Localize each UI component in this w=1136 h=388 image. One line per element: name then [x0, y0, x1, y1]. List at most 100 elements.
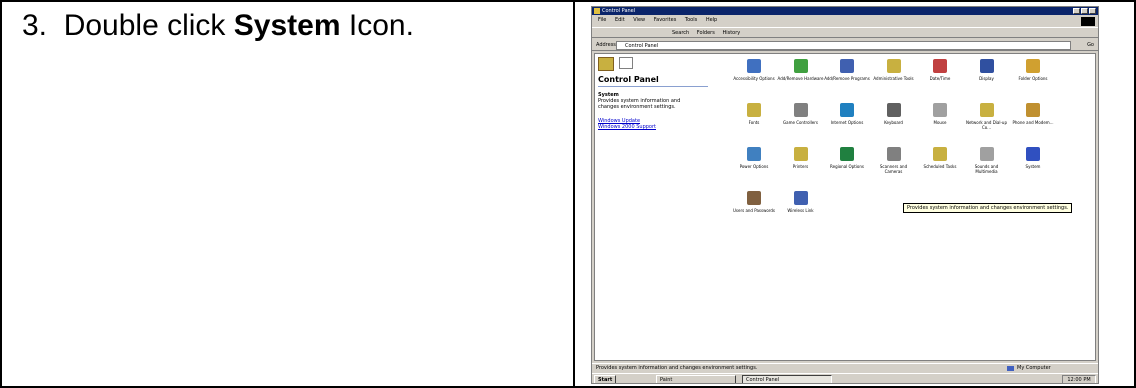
tooltip: Provides system information and changes …	[903, 203, 1073, 213]
cp-item-game-controllers[interactable]: Game Controllers	[778, 103, 824, 125]
history-button[interactable]: History	[722, 30, 740, 36]
instruction-cell: 3. Double click System Icon.	[0, 0, 575, 388]
cp-item-label: Display	[979, 76, 994, 81]
cp-item-users-and-passwords[interactable]: Users and Passwords	[731, 191, 777, 213]
status-bar: Provides system information and changes …	[592, 363, 1098, 372]
cp-item-accessibility-options[interactable]: Accessibility Options	[731, 59, 777, 81]
cp-item-printers[interactable]: Printers	[778, 147, 824, 169]
content-pane: Control Panel System Provides system inf…	[594, 53, 1096, 361]
control-panel-window: Control Panel File Edit View Favorites T…	[591, 6, 1099, 384]
left-pane-divider	[598, 86, 708, 87]
cp-item-label: Sounds and Multimedia	[974, 164, 999, 174]
cp-item-label: Wireless Link	[787, 208, 814, 213]
internet-options-icon	[840, 103, 854, 117]
cp-item-regional-options[interactable]: Regional Options	[824, 147, 870, 169]
address-input[interactable]: Control Panel	[616, 41, 1071, 50]
instruction-text: 3. Double click System Icon.	[2, 2, 573, 46]
folder-options-icon	[1026, 59, 1040, 73]
taskbar: Start Paint Control Panel 12:00 PM	[592, 373, 1098, 383]
instruction-prefix: Double click	[63, 9, 226, 42]
cp-item-internet-options[interactable]: Internet Options	[824, 103, 870, 125]
quick-launch[interactable]	[620, 376, 650, 383]
menu-tools[interactable]: Tools	[685, 17, 697, 23]
cp-item-folder-options[interactable]: Folder Options	[1010, 59, 1056, 81]
add-remove-programs-icon	[840, 59, 854, 73]
accessibility-options-icon	[747, 59, 761, 73]
printers-icon	[793, 147, 808, 161]
system-icon	[1026, 147, 1040, 161]
cp-item-label: Add/Remove Programs	[824, 76, 870, 81]
instruction-suffix: Icon.	[348, 9, 414, 42]
menu-bar: File Edit View Favorites Tools Help	[592, 16, 1098, 25]
regional-options-icon	[840, 147, 854, 161]
cp-item-label: Printers	[792, 164, 809, 169]
window-controls	[1073, 8, 1096, 14]
menu-view[interactable]: View	[633, 17, 645, 23]
left-pane-title: Control Panel	[598, 75, 659, 84]
close-icon[interactable]	[1089, 8, 1096, 14]
cp-item-label: Mouse	[933, 120, 947, 125]
cp-item-scanners-and-cameras[interactable]: Scanners and Cameras	[871, 147, 917, 174]
cp-item-label: Scanners and Cameras	[879, 164, 908, 174]
cp-item-label: Phone and Modem...	[1012, 120, 1054, 125]
cp-item-phone-and-modem[interactable]: Phone and Modem...	[1010, 103, 1056, 125]
cp-item-add-remove-programs[interactable]: Add/Remove Programs	[824, 59, 870, 81]
document-icon	[619, 57, 633, 69]
menu-file[interactable]: File	[598, 17, 606, 23]
date-time-icon	[933, 59, 947, 73]
game-controllers-icon	[793, 103, 808, 117]
cp-item-mouse[interactable]: Mouse	[917, 103, 963, 125]
cp-item-power-options[interactable]: Power Options	[731, 147, 777, 169]
maximize-icon[interactable]	[1081, 8, 1088, 14]
minimize-icon[interactable]	[1073, 8, 1080, 14]
cp-item-label: System	[1025, 164, 1041, 169]
window-title: Control Panel	[602, 8, 636, 14]
search-button[interactable]: Search	[672, 30, 689, 36]
network-and-dial-up-co-icon	[979, 103, 994, 117]
cp-item-label: Add/Remove Hardware	[777, 76, 824, 81]
add-remove-hardware-icon	[793, 59, 808, 73]
cp-item-keyboard[interactable]: Keyboard	[871, 103, 917, 125]
control-panel-icon	[598, 57, 614, 71]
status-text: Provides system information and changes …	[596, 365, 758, 371]
cp-item-scheduled-tasks[interactable]: Scheduled Tasks	[917, 147, 963, 169]
cp-item-label: Accessibility Options	[733, 76, 775, 81]
cp-item-label: Keyboard	[884, 120, 903, 125]
power-options-icon	[747, 147, 761, 161]
taskbar-item-control-panel[interactable]: Control Panel	[742, 375, 832, 383]
scheduled-tasks-icon	[933, 147, 947, 161]
cp-item-label: Game Controllers	[783, 120, 818, 125]
toolbar: Search Folders History	[592, 27, 1098, 38]
cp-item-network-and-dial-up-co[interactable]: Network and Dial-up Co...	[964, 103, 1010, 130]
windows-support-link[interactable]: Windows 2000 Support	[598, 124, 656, 130]
cp-item-add-remove-hardware[interactable]: Add/Remove Hardware	[778, 59, 824, 81]
folders-button[interactable]: Folders	[697, 30, 715, 36]
cp-item-sounds-and-multimedia[interactable]: Sounds and Multimedia	[964, 147, 1010, 174]
cp-item-label: Fonts	[748, 120, 760, 125]
taskbar-item-paint[interactable]: Paint	[656, 375, 736, 383]
taskbar-clock: 12:00 PM	[1062, 375, 1096, 383]
go-button[interactable]: Go	[1087, 42, 1094, 48]
selected-item-description: Provides system information and changes …	[598, 98, 681, 110]
cp-item-administrative-tools[interactable]: Administrative Tools	[871, 59, 917, 81]
windows-logo-icon	[1081, 17, 1095, 26]
cp-item-fonts[interactable]: Fonts	[731, 103, 777, 125]
cp-item-label: Administrative Tools	[873, 76, 914, 81]
start-button[interactable]: Start	[594, 375, 616, 383]
cp-item-label: Scheduled Tasks	[923, 164, 957, 169]
cp-item-display[interactable]: Display	[964, 59, 1010, 81]
menu-help[interactable]: Help	[706, 17, 717, 23]
cp-item-label: Users and Passwords	[732, 208, 776, 213]
cp-item-date-time[interactable]: Date/Time	[917, 59, 963, 81]
fonts-icon	[747, 103, 761, 117]
address-bar: Address Control Panel Go	[592, 40, 1098, 51]
menu-edit[interactable]: Edit	[615, 17, 625, 23]
menu-favorites[interactable]: Favorites	[654, 17, 677, 23]
cp-item-wireless-link[interactable]: Wireless Link	[778, 191, 824, 213]
cp-item-label: Date/Time	[929, 76, 951, 81]
cp-item-system[interactable]: System	[1010, 147, 1056, 169]
phone-and-modem-icon	[1026, 103, 1040, 117]
keyboard-icon	[886, 103, 901, 117]
scanners-and-cameras-icon	[886, 147, 901, 161]
users-and-passwords-icon	[747, 191, 761, 205]
